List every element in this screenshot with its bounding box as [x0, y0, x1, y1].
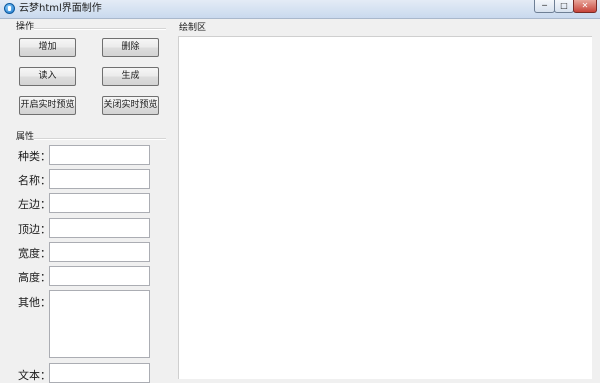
text-label: 文本： [18, 369, 51, 382]
maximize-button[interactable]: □ [554, 0, 574, 13]
left-label: 左边： [18, 198, 51, 211]
generate-button[interactable]: 生成 [102, 67, 159, 86]
width-field[interactable] [49, 242, 150, 262]
add-button[interactable]: 增加 [19, 38, 76, 57]
minimize-button[interactable]: ─ [534, 0, 555, 13]
top-label: 顶边： [18, 223, 51, 236]
top-field[interactable] [49, 218, 150, 238]
app-icon [4, 3, 15, 14]
delete-button[interactable]: 删除 [102, 38, 159, 57]
name-label: 名称： [18, 174, 51, 187]
drawing-area-title: 绘制区 [179, 23, 207, 33]
other-textarea[interactable] [49, 290, 150, 358]
type-field[interactable] [49, 145, 150, 165]
width-label: 宽度： [18, 247, 51, 260]
start-preview-button[interactable]: 开启实时预览 [19, 96, 76, 115]
properties-group-title: 属性 [16, 132, 35, 142]
properties-group-divider [34, 138, 166, 140]
drawing-canvas[interactable] [178, 36, 592, 379]
read-button[interactable]: 读入 [19, 67, 76, 86]
right-edge [592, 36, 600, 379]
window-title: 云梦html界面制作 [19, 3, 102, 14]
text-field[interactable] [49, 363, 150, 383]
title-bar[interactable]: 云梦html界面制作 ─ □ ✕ [0, 0, 600, 19]
operations-group-divider [34, 28, 166, 30]
operations-group-title: 操作 [16, 22, 35, 32]
type-label: 种类： [18, 150, 51, 163]
other-label: 其他： [18, 296, 51, 309]
height-field[interactable] [49, 266, 150, 286]
stop-preview-button[interactable]: 关闭实时预览 [102, 96, 159, 115]
close-button[interactable]: ✕ [573, 0, 597, 13]
height-label: 高度： [18, 271, 51, 284]
left-field[interactable] [49, 193, 150, 213]
name-field[interactable] [49, 169, 150, 189]
